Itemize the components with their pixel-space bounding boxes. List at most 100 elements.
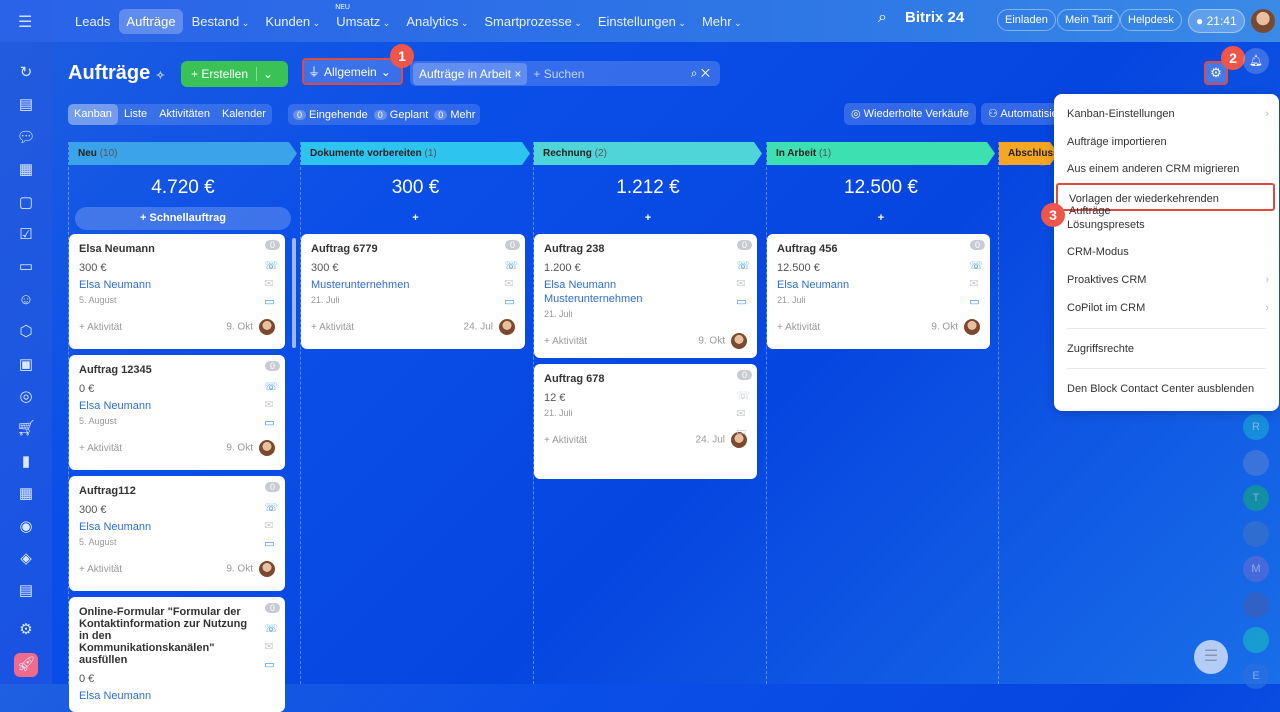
right-avatar[interactable]: T xyxy=(1243,485,1269,511)
mail-icon[interactable]: ✉ xyxy=(264,398,278,411)
chat-icon[interactable]: ▭ xyxy=(264,416,278,429)
mail-icon[interactable]: ✉ xyxy=(264,277,278,290)
mail-icon[interactable]: ✉ xyxy=(264,519,278,532)
filter-preset-button[interactable]: ⏚ Allgemein ⌄ xyxy=(302,58,403,85)
card-title[interactable]: Auftrag 456 xyxy=(777,243,947,255)
chat-icon[interactable]: ▭ xyxy=(504,295,518,308)
sidebar-icon[interactable]: ↻ xyxy=(14,61,38,85)
menu-item[interactable]: Vorlagen der wiederkehrenden Aufträge xyxy=(1056,183,1275,217)
scrollbar[interactable] xyxy=(292,238,296,348)
pin-icon[interactable]: ✧ xyxy=(156,70,165,82)
card-client-link[interactable]: Elsa Neumann xyxy=(79,690,275,702)
sidebar-icon[interactable]: 🚀︎ xyxy=(14,653,38,677)
menu-icon[interactable]: ☰ xyxy=(18,12,32,32)
phone-icon[interactable]: ☏ xyxy=(264,622,278,635)
card-title[interactable]: Auftrag 12345 xyxy=(79,364,249,376)
card-title[interactable]: Elsa Neumann xyxy=(79,243,249,255)
card-title[interactable]: Auftrag 6779 xyxy=(311,243,481,255)
card-client-link[interactable]: Musterunternehmen xyxy=(544,293,747,305)
right-avatar[interactable] xyxy=(1243,591,1269,618)
responsible-avatar[interactable] xyxy=(964,319,980,335)
chevron-down-icon[interactable]: ⌄ xyxy=(257,67,273,81)
tariff-button[interactable]: Mein Tarif xyxy=(1057,9,1121,31)
menu-item[interactable]: Proaktives CRM › xyxy=(1054,266,1279,294)
bell-icon[interactable]: 🔔︎ xyxy=(1243,48,1269,74)
add-activity-link[interactable]: + Aktivität xyxy=(777,322,820,333)
sidebar-icon[interactable]: ▣ xyxy=(14,353,38,377)
sidebar-icon[interactable]: ▤ xyxy=(14,579,38,603)
nav-item[interactable]: Einstellungen ⌄ xyxy=(591,9,693,34)
mail-icon[interactable]: ✉ xyxy=(736,407,750,420)
menu-item[interactable]: Den Block Contact Center ausblenden xyxy=(1054,375,1279,403)
deal-card[interactable]: Auftrag 238 0 ☏ ✉ ▭ 1.200 € Elsa Neumann Muster… xyxy=(534,234,757,358)
sidebar-icon[interactable]: ▦ xyxy=(14,158,38,182)
counter-3[interactable]: 0 Mehr xyxy=(434,109,475,121)
right-avatar[interactable]: M xyxy=(1243,556,1269,582)
menu-item[interactable]: CoPilot im CRM › xyxy=(1054,294,1279,322)
menu-item[interactable]: Aus einem anderen CRM migrieren xyxy=(1054,155,1279,183)
card-title[interactable]: Auftrag 238 xyxy=(544,243,714,255)
chat-icon[interactable]: ▭ xyxy=(264,537,278,550)
responsible-avatar[interactable] xyxy=(259,440,275,456)
right-avatar[interactable]: E xyxy=(1243,662,1269,689)
user-avatar[interactable] xyxy=(1250,9,1275,33)
nav-item[interactable]: Smartprozesse ⌄ xyxy=(477,9,588,34)
repeat-sales-button[interactable]: ◎ Wiederholte Verkäufe xyxy=(844,103,976,125)
view-tab-liste[interactable]: Liste xyxy=(118,104,153,125)
card-title[interactable]: Auftrag112 xyxy=(79,485,249,497)
add-card-button[interactable]: + xyxy=(773,207,989,230)
mail-icon[interactable]: ✉ xyxy=(504,277,518,290)
card-client-link[interactable]: Musterunternehmen xyxy=(311,279,515,291)
deal-card[interactable]: Auftrag 12345 0 ☏ ✉ ▭ 0 € Elsa Neumann 5. Augus… xyxy=(69,355,285,470)
sidebar-icon[interactable]: 💬︎ xyxy=(14,126,38,150)
menu-item[interactable]: Zugriffsrechte xyxy=(1054,335,1279,363)
list-fab-icon[interactable]: ☰ xyxy=(1194,640,1228,674)
nav-item[interactable]: Analytics ⌄ xyxy=(399,9,475,34)
sidebar-icon[interactable]: ▮ xyxy=(14,450,38,474)
filter-chip[interactable]: Aufträge in Arbeit × xyxy=(413,62,528,85)
sidebar-icon[interactable]: ▭ xyxy=(14,255,38,279)
sidebar-icon[interactable]: ▢ xyxy=(14,191,38,215)
search-input[interactable]: Aufträge in Arbeit × + Suchen ⌕ ✕ xyxy=(410,61,720,86)
mail-icon[interactable]: ✉ xyxy=(969,277,983,290)
phone-icon[interactable]: ☏ xyxy=(736,389,750,402)
responsible-avatar[interactable] xyxy=(259,319,275,335)
add-card-button[interactable]: + xyxy=(307,207,524,230)
sidebar-icon[interactable]: ☺ xyxy=(14,288,38,312)
card-client-link[interactable]: Elsa Neumann xyxy=(777,279,980,291)
responsible-avatar[interactable] xyxy=(259,561,275,577)
chat-icon[interactable]: ▭ xyxy=(736,295,750,308)
card-client-link[interactable]: Elsa Neumann xyxy=(79,279,275,291)
add-activity-link[interactable]: + Aktivität xyxy=(544,336,587,347)
sidebar-icon[interactable]: ◎ xyxy=(14,385,38,409)
menu-item[interactable]: Kanban-Einstellungen › xyxy=(1054,100,1279,128)
add-activity-link[interactable]: + Aktivität xyxy=(311,322,354,333)
card-client-link[interactable]: Elsa Neumann xyxy=(79,521,275,533)
nav-item[interactable]: Kunden ⌄ xyxy=(258,9,327,34)
phone-icon[interactable]: ☏ xyxy=(504,259,518,272)
mail-icon[interactable]: ✉ xyxy=(264,640,278,653)
right-avatar[interactable]: R xyxy=(1243,414,1269,440)
invite-button[interactable]: Einladen xyxy=(997,9,1056,31)
chat-icon[interactable]: ▭ xyxy=(264,658,278,671)
nav-item[interactable]: Aufträge xyxy=(119,9,183,34)
add-activity-link[interactable]: + Aktivität xyxy=(79,443,122,454)
nav-item[interactable]: Umsatz ⌄ NEU xyxy=(329,4,397,34)
sidebar-icon[interactable]: ⚙ xyxy=(14,618,38,642)
menu-item[interactable]: CRM-Modus xyxy=(1054,238,1279,266)
counter-1[interactable]: 0 Eingehende xyxy=(293,109,368,121)
right-avatar[interactable] xyxy=(1243,449,1269,476)
add-card-button[interactable]: + xyxy=(540,207,756,230)
deal-card[interactable]: Elsa Neumann 0 ☏ ✉ ▭ 300 € Elsa Neumann 5. Augu… xyxy=(69,234,285,349)
sidebar-icon[interactable]: ⬡ xyxy=(14,320,38,344)
phone-icon[interactable]: ☏ xyxy=(264,501,278,514)
card-client-link[interactable]: Elsa Neumann xyxy=(544,279,747,291)
quick-order-button[interactable]: + Schnellauftrag xyxy=(75,207,291,230)
add-activity-link[interactable]: + Aktivität xyxy=(544,435,587,446)
view-tab-kalender[interactable]: Kalender xyxy=(216,104,272,125)
add-activity-link[interactable]: + Aktivität xyxy=(79,322,122,333)
card-title[interactable]: Online-Formular "Formular der Kontaktinf… xyxy=(79,606,249,666)
mail-icon[interactable]: ✉ xyxy=(736,277,750,290)
phone-icon[interactable]: ☏ xyxy=(969,259,983,272)
chat-icon[interactable]: ▭ xyxy=(736,425,750,438)
